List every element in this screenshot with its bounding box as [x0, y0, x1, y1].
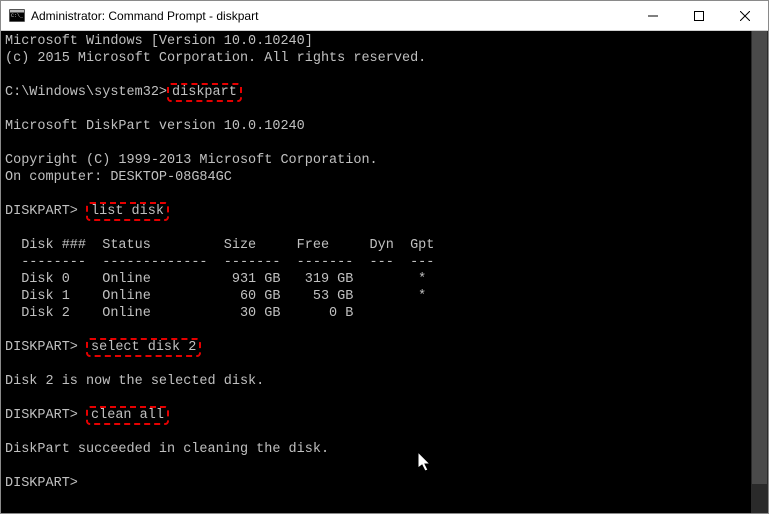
highlighted-command: clean all [86, 406, 169, 425]
output-line: DiskPart succeeded in cleaning the disk. [5, 442, 329, 457]
prompt-prefix: C:\Windows\system32> [5, 85, 167, 100]
vertical-scrollbar[interactable] [751, 31, 768, 513]
output-line: Microsoft Windows [Version 10.0.10240] [5, 34, 313, 49]
cmd-icon [9, 9, 25, 22]
window-controls [630, 1, 768, 30]
disk-table-row: Disk 1 Online 60 GB 53 GB * [5, 289, 426, 304]
scrollbar-thumb[interactable] [752, 31, 767, 484]
highlighted-command: diskpart [167, 83, 242, 102]
prompt-current: DISKPART> [5, 476, 78, 491]
terminal-output[interactable]: Microsoft Windows [Version 10.0.10240] (… [1, 31, 751, 513]
output-line: (c) 2015 Microsoft Corporation. All righ… [5, 51, 426, 66]
maximize-button[interactable] [676, 1, 722, 30]
output-line: Copyright (C) 1999-2013 Microsoft Corpor… [5, 153, 378, 168]
output-line: Disk 2 is now the selected disk. [5, 374, 264, 389]
disk-table-header: Disk ### Status Size Free Dyn Gpt [5, 238, 434, 253]
prompt-prefix: DISKPART> [5, 408, 86, 423]
window-title: Administrator: Command Prompt - diskpart [31, 9, 630, 23]
minimize-button[interactable] [630, 1, 676, 30]
output-line: On computer: DESKTOP-08G84GC [5, 170, 232, 185]
highlighted-command: select disk 2 [86, 338, 201, 357]
terminal-area: Microsoft Windows [Version 10.0.10240] (… [1, 31, 768, 513]
highlighted-command: list disk [86, 202, 169, 221]
output-line: Microsoft DiskPart version 10.0.10240 [5, 119, 305, 134]
disk-table-row: Disk 2 Online 30 GB 0 B [5, 306, 353, 321]
prompt-prefix: DISKPART> [5, 204, 86, 219]
close-button[interactable] [722, 1, 768, 30]
titlebar[interactable]: Administrator: Command Prompt - diskpart [1, 1, 768, 31]
disk-table-row: Disk 0 Online 931 GB 319 GB * [5, 272, 426, 287]
disk-table-divider: -------- ------------- ------- ------- -… [5, 255, 434, 270]
command-prompt-window: Administrator: Command Prompt - diskpart… [0, 0, 769, 514]
prompt-prefix: DISKPART> [5, 340, 86, 355]
